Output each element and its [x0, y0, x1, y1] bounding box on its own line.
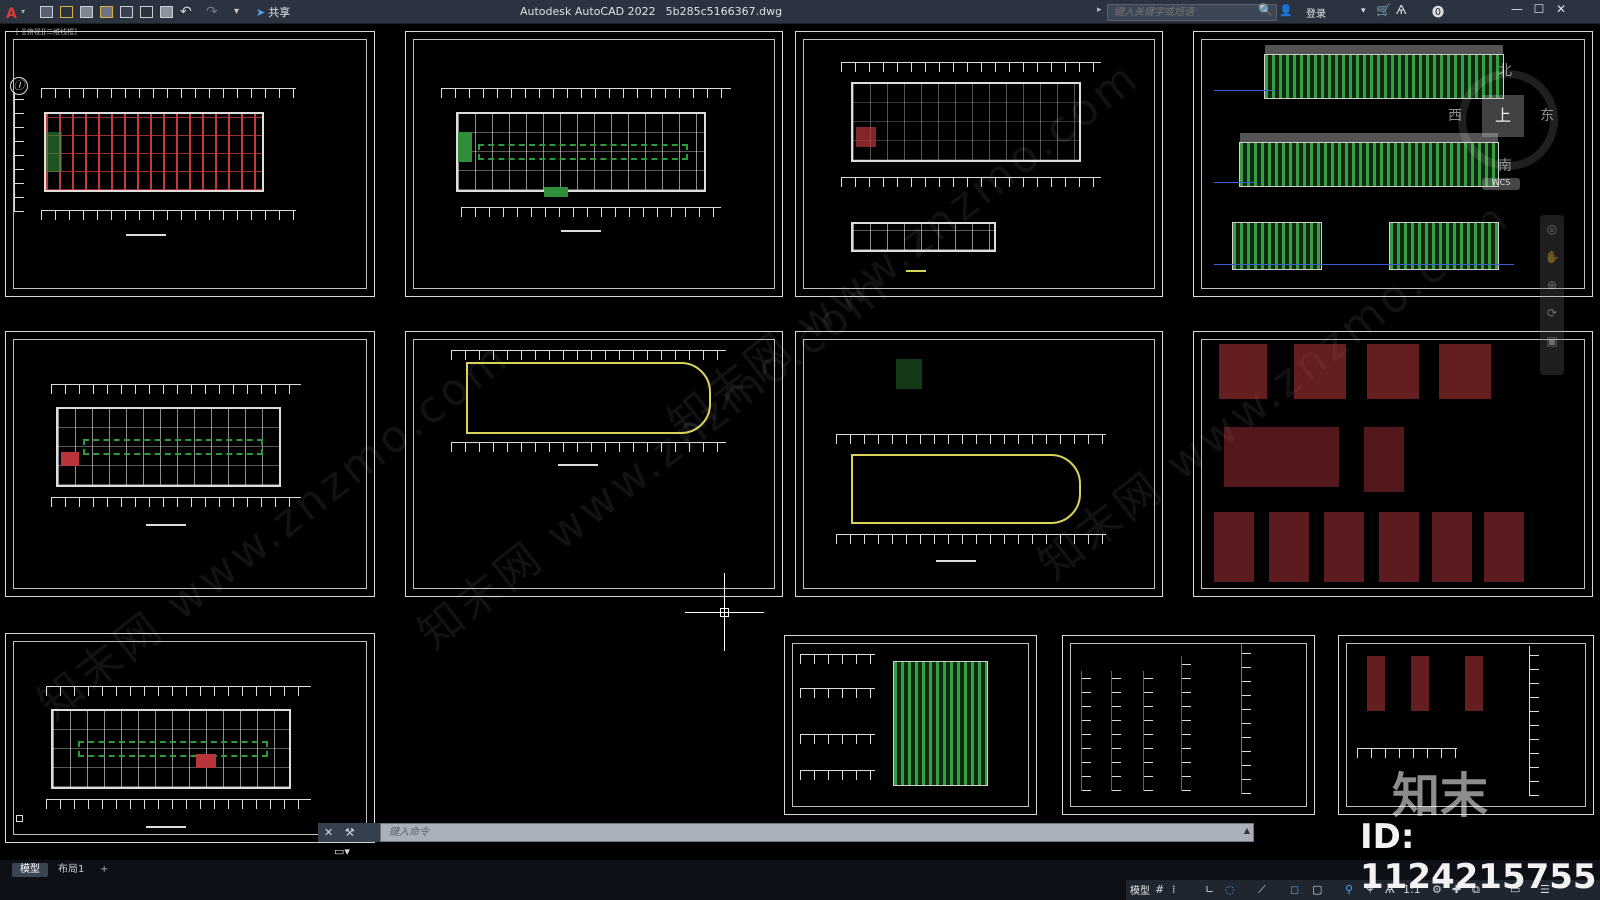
file-name: 5b285c5166367.dwg	[665, 5, 783, 18]
drawing-sheet[interactable]	[795, 331, 1163, 597]
drawing-sheet[interactable]	[405, 31, 783, 297]
drawing-sheet[interactable]	[1193, 331, 1593, 597]
new-icon[interactable]	[40, 4, 56, 20]
viewcube[interactable]: 北 西 东 南 上 WCS	[1448, 60, 1568, 190]
app-title: Autodesk AutoCAD 2022	[520, 5, 656, 18]
drawing-sheet[interactable]	[5, 331, 375, 597]
navigation-bar[interactable]: ◎ ✋ ⊕ ⟳ ▣	[1540, 215, 1564, 375]
autocad-logo-icon: A	[6, 6, 17, 22]
wrench-icon[interactable]: ⚒	[345, 826, 355, 839]
tab-model[interactable]: 模型	[12, 863, 48, 877]
model-space-button[interactable]: 模型	[1130, 882, 1150, 897]
chevron-right-icon[interactable]: ▸	[1097, 5, 1102, 15]
publish-icon[interactable]	[120, 4, 136, 20]
chevron-down-icon: ▾	[21, 7, 26, 16]
title-bar: A ▾ ↶ ↷ ▾ ➤ 共享 Autodesk AutoCAD 2022 5b285…	[0, 0, 1600, 24]
drawing-sheet[interactable]	[795, 31, 1163, 297]
model-space-canvas[interactable]: [-][俯视][二维线框] Ⓘ 知末网 www.znzmo.com 知末网 ww…	[0, 25, 1600, 860]
recent-commands-icon[interactable]: ▭▾	[334, 845, 350, 858]
snap-icon[interactable]: ⁞	[1172, 883, 1176, 896]
help-icon[interactable]: ⓿	[1432, 3, 1444, 20]
drawing-sheet[interactable]	[5, 31, 375, 297]
transparency-icon[interactable]: ⚲	[1345, 883, 1353, 896]
showmotion-icon[interactable]: ▣	[1540, 327, 1564, 355]
binoculars-icon[interactable]: 🔍	[1258, 3, 1273, 17]
add-layout-button[interactable]: +	[92, 863, 116, 877]
north-label[interactable]: 北	[1498, 60, 1512, 80]
cart-icon[interactable]: 🛒	[1376, 3, 1391, 17]
save-icon[interactable]	[80, 4, 96, 20]
save-as-icon[interactable]	[100, 4, 116, 20]
lineweight-icon[interactable]: ▢	[1312, 883, 1322, 896]
drawing-sheet[interactable]	[784, 635, 1037, 815]
search-input[interactable]	[1107, 4, 1277, 21]
west-label[interactable]: 西	[1448, 105, 1462, 125]
undo-icon[interactable]: ↶	[180, 4, 196, 20]
login-button[interactable]: 登录	[1306, 5, 1326, 20]
polar-icon[interactable]: ◌	[1225, 883, 1235, 896]
maximize-button[interactable]: ☐	[1530, 2, 1548, 20]
brand-watermark: 知末	[1392, 768, 1489, 824]
application-menu-button[interactable]: A ▾	[6, 3, 28, 22]
chevron-down-icon[interactable]: ▾	[1361, 6, 1366, 16]
customize-icon[interactable]: ▾	[234, 4, 250, 20]
open-icon[interactable]	[60, 4, 76, 20]
osnap-icon[interactable]: ◻	[1290, 883, 1299, 896]
id-label: ID: 1124215755	[1360, 817, 1597, 897]
drawing-sheet[interactable]	[405, 331, 783, 597]
east-label[interactable]: 东	[1540, 105, 1554, 125]
drawing-sheet[interactable]	[5, 633, 375, 843]
share-button[interactable]: ➤ 共享	[256, 4, 290, 20]
drawing-sheet[interactable]	[1062, 635, 1315, 815]
pan-icon[interactable]: ✋	[1540, 243, 1564, 271]
command-line[interactable]: ✕ ⚒ ▭▾ ▲	[318, 823, 1254, 858]
tab-layout1[interactable]: 布局1	[50, 863, 92, 877]
window-title: Autodesk AutoCAD 2022 5b285c5166367.dwg	[520, 5, 1100, 18]
grid-icon[interactable]: #	[1155, 883, 1164, 896]
south-label[interactable]: 南	[1498, 155, 1512, 175]
plot-preview-icon[interactable]	[140, 4, 156, 20]
isodraft-icon[interactable]: ⟋	[1258, 883, 1266, 897]
a360-icon[interactable]: Ѧ	[1396, 3, 1407, 17]
chevron-up-icon[interactable]: ▲	[1244, 826, 1250, 835]
wcs-menu[interactable]: WCS	[1482, 178, 1520, 190]
steering-wheel-icon[interactable]: ◎	[1540, 215, 1564, 243]
redo-icon[interactable]: ↷	[206, 4, 222, 20]
paper-plane-icon: ➤	[256, 6, 266, 19]
close-button[interactable]: ✕	[1552, 2, 1570, 20]
print-icon[interactable]	[160, 4, 176, 20]
command-input[interactable]	[380, 823, 1254, 842]
user-icon[interactable]: 👤	[1279, 4, 1293, 17]
zoom-icon[interactable]: ⊕	[1540, 271, 1564, 299]
ortho-icon[interactable]: ∟	[1205, 883, 1214, 896]
close-icon[interactable]: ✕	[324, 826, 333, 839]
orbit-icon[interactable]: ⟳	[1540, 299, 1564, 327]
minimize-button[interactable]: —	[1508, 2, 1526, 20]
viewcube-top-face[interactable]: 上	[1482, 95, 1524, 137]
pickbox	[720, 608, 729, 617]
ucs-origin-icon	[16, 815, 23, 822]
command-line-controls: ✕ ⚒ ▭▾	[318, 823, 380, 858]
